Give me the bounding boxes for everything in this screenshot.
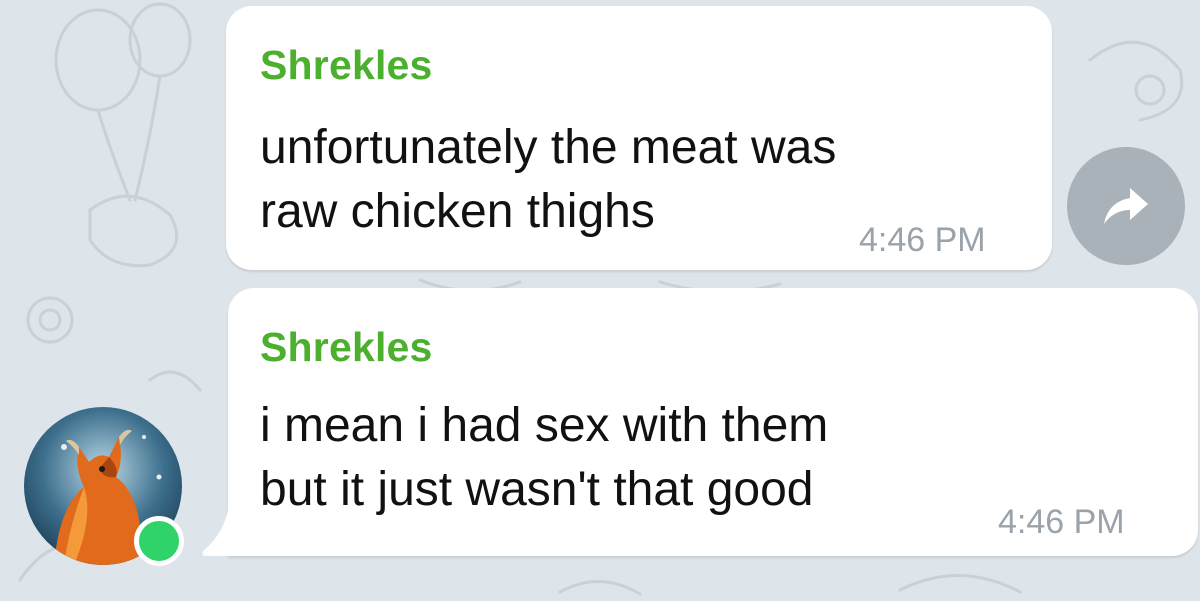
message-text-line: unfortunately the meat was	[260, 121, 837, 174]
bubble-tail	[202, 500, 236, 556]
message-text-line: i mean i had sex with them	[260, 399, 829, 452]
forward-button[interactable]	[1067, 147, 1185, 265]
online-status-dot	[134, 516, 184, 566]
message-timestamp: 4:46 PM	[998, 503, 1125, 541]
message-timestamp: 4:46 PM	[859, 221, 986, 259]
sender-name[interactable]: Shrekles	[260, 42, 433, 89]
message-bubble[interactable]: Shrekles i mean i had sex with them but …	[228, 288, 1198, 556]
message-text-line: raw chicken thighs	[260, 185, 655, 238]
message-bubble[interactable]: Shrekles unfortunately the meat was raw …	[226, 6, 1052, 270]
sender-name[interactable]: Shrekles	[260, 324, 433, 371]
forward-arrow-icon	[1104, 188, 1148, 224]
message-text-line: but it just wasn't that good	[260, 463, 814, 516]
